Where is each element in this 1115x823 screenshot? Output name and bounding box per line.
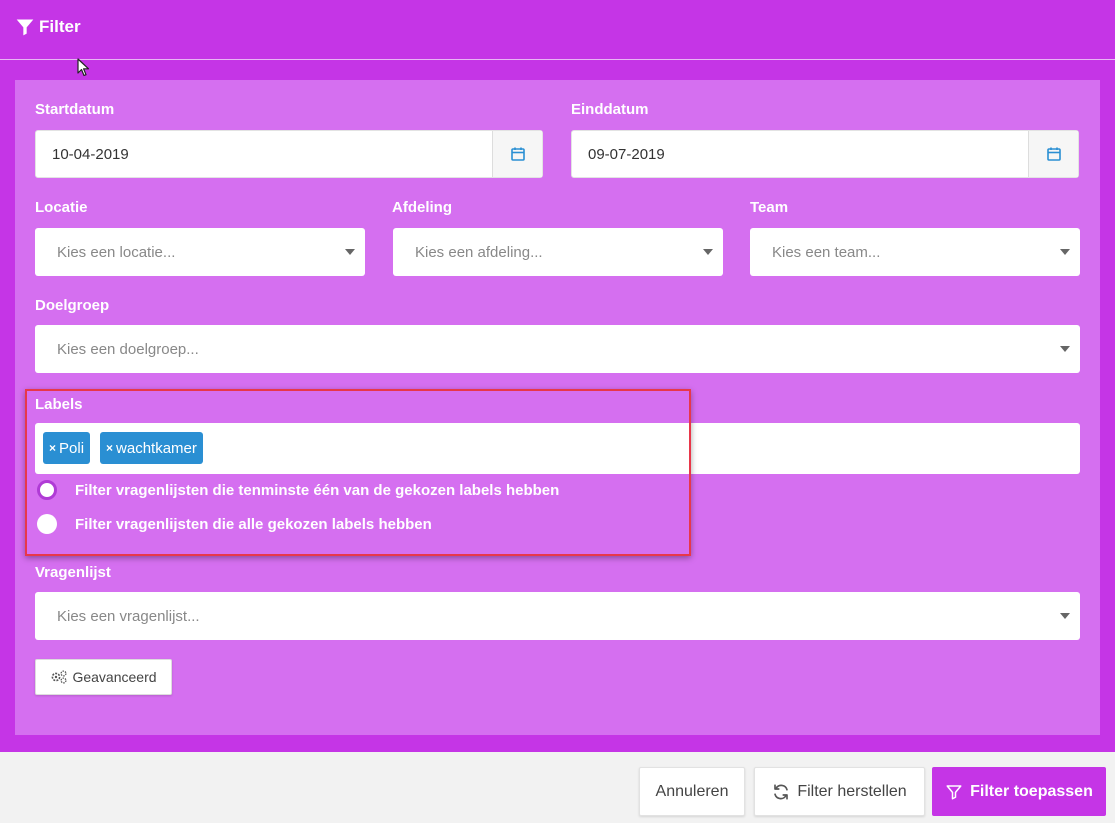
einddatum-field[interactable]: 09-07-2019 [571, 130, 1079, 178]
modal-footer: Annuleren Filter herstellen Filter toepa… [0, 752, 1115, 823]
startdatum-calendar-button[interactable] [492, 131, 542, 177]
locatie-placeholder: Kies een locatie... [57, 243, 176, 261]
chevron-down-icon [1060, 346, 1070, 352]
vragenlijst-select[interactable]: Kies een vragenlijst... [35, 592, 1080, 640]
refresh-icon [774, 783, 789, 800]
advanced-button[interactable]: Geavanceerd [35, 659, 172, 695]
team-placeholder: Kies een team... [772, 243, 881, 261]
startdatum-field[interactable]: 10-04-2019 [35, 130, 543, 178]
tag-text: Poli [59, 439, 85, 457]
labels-tag-input[interactable]: × Poli × wachtkamer [35, 423, 1080, 474]
chevron-down-icon [703, 249, 713, 255]
radio-option-all-label: Filter vragenlijsten die alle gekozen la… [75, 515, 432, 533]
cancel-button[interactable]: Annuleren [639, 767, 745, 816]
advanced-button-label: Geavanceerd [72, 669, 157, 685]
filter-icon [946, 784, 962, 799]
afdeling-select[interactable]: Kies een afdeling... [393, 228, 723, 276]
einddatum-value[interactable]: 09-07-2019 [572, 146, 1028, 163]
radio-button[interactable] [37, 514, 57, 534]
modal-title: Filter [15, 17, 81, 37]
afdeling-label: Afdeling [392, 199, 452, 216]
chevron-down-icon [1060, 249, 1070, 255]
mouse-cursor-icon [77, 58, 90, 77]
locatie-label: Locatie [35, 199, 88, 216]
chevron-down-icon [345, 249, 355, 255]
reset-filter-button-label: Filter herstellen [797, 782, 907, 800]
einddatum-label: Einddatum [571, 101, 649, 118]
radio-button-selected[interactable] [37, 480, 57, 500]
gears-icon [52, 670, 68, 684]
apply-filter-button-label: Filter toepassen [970, 782, 1093, 800]
team-select[interactable]: Kies een team... [750, 228, 1080, 276]
locatie-select[interactable]: Kies een locatie... [35, 228, 365, 276]
filter-icon [16, 19, 34, 36]
chevron-down-icon [1060, 613, 1070, 619]
apply-filter-button[interactable]: Filter toepassen [932, 767, 1106, 816]
team-label: Team [750, 199, 789, 216]
tag-remove-icon[interactable]: × [106, 441, 113, 455]
tag-wachtkamer: × wachtkamer [100, 432, 203, 464]
doelgroep-label: Doelgroep [35, 297, 110, 314]
startdatum-value[interactable]: 10-04-2019 [36, 146, 492, 163]
tag-text: wachtkamer [116, 439, 197, 457]
tag-poli: × Poli [43, 432, 91, 464]
einddatum-calendar-button[interactable] [1028, 131, 1078, 177]
calendar-icon [1046, 147, 1061, 161]
labels-label: Labels [35, 396, 83, 413]
calendar-icon [510, 147, 525, 161]
doelgroep-select[interactable]: Kies een doelgroep... [35, 325, 1080, 373]
vragenlijst-placeholder: Kies een vragenlijst... [57, 607, 200, 625]
reset-filter-button[interactable]: Filter herstellen [754, 767, 925, 816]
tag-remove-icon[interactable]: × [49, 441, 56, 455]
radio-option-any[interactable]: Filter vragenlijsten die tenminste één v… [37, 480, 559, 500]
vragenlijst-label: Vragenlijst [35, 564, 111, 581]
radio-option-any-label: Filter vragenlijsten die tenminste één v… [75, 481, 560, 499]
doelgroep-placeholder: Kies een doelgroep... [57, 340, 199, 358]
cancel-button-label: Annuleren [655, 782, 729, 800]
startdatum-label: Startdatum [35, 101, 115, 118]
radio-option-all[interactable]: Filter vragenlijsten die alle gekozen la… [37, 514, 432, 534]
afdeling-placeholder: Kies een afdeling... [415, 243, 543, 261]
modal-header: Filter [0, 0, 1115, 60]
modal-title-text: Filter [39, 17, 81, 36]
